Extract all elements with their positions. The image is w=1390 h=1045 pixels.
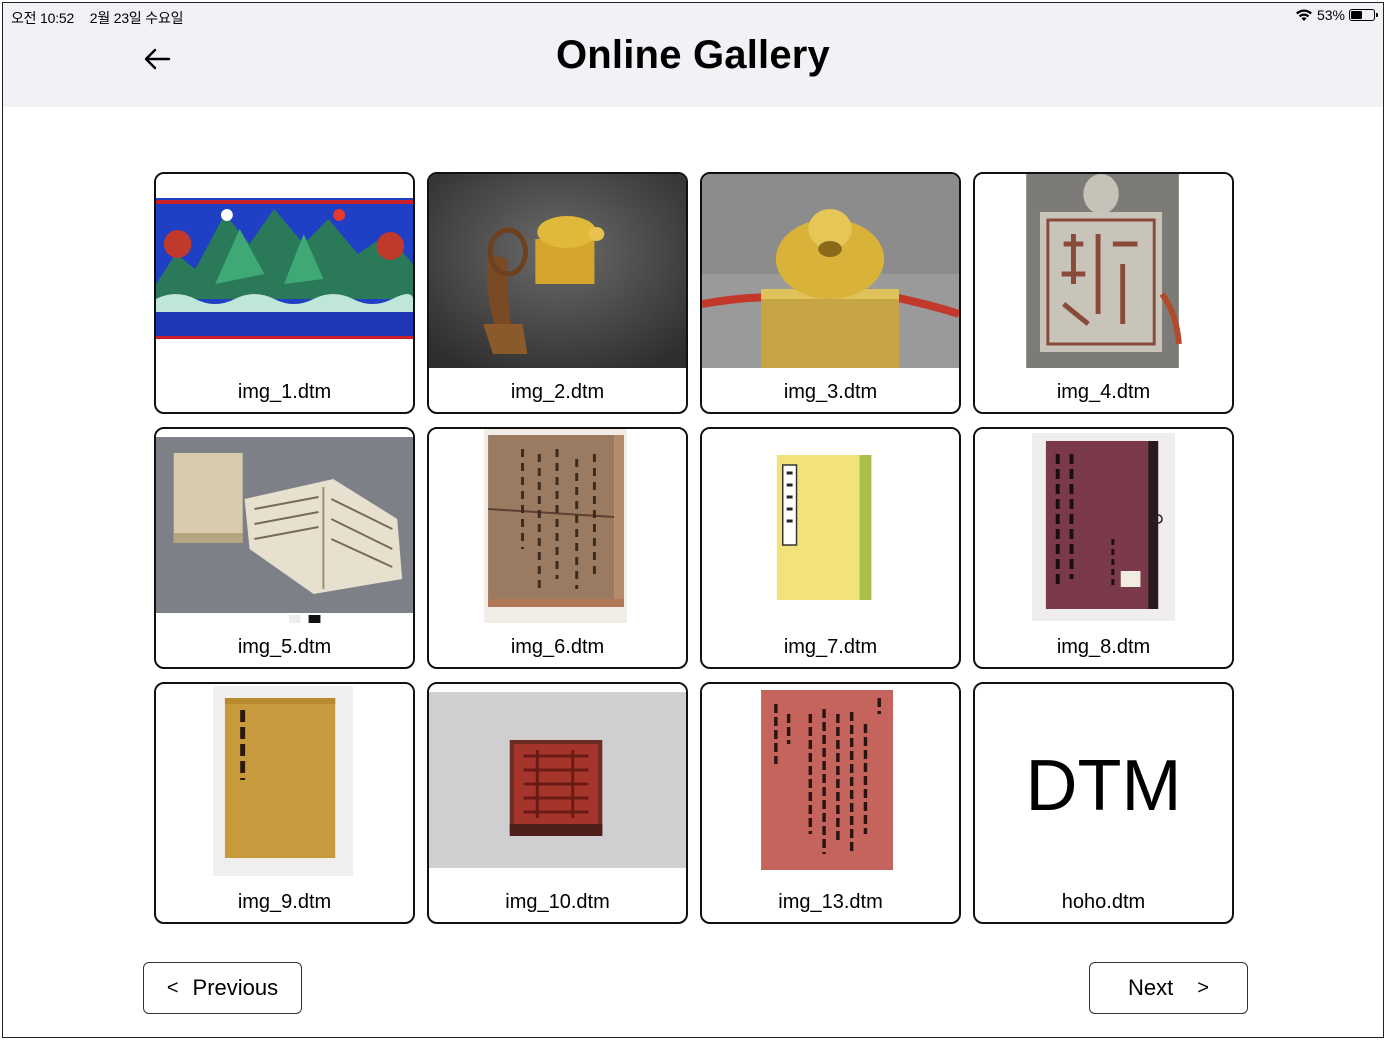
item-label: img_4.dtm: [1056, 381, 1151, 403]
gallery-grid: img_1.dtm img_2.dtm img_3.dtm img_4.dtm …: [154, 172, 1234, 924]
gallery-item[interactable]: img_2.dtm: [427, 172, 688, 414]
gallery-item[interactable]: img_5.dtm: [154, 427, 415, 669]
status-time: 오전 10:52: [11, 10, 75, 26]
item-label: hoho.dtm: [1061, 891, 1146, 913]
item-label: img_6.dtm: [510, 636, 605, 658]
thumbnail-image: [156, 429, 413, 623]
wifi-icon: [1295, 9, 1312, 21]
status-bar-left: 오전 10:52 2월 23일 수요일: [11, 8, 195, 28]
thumbnail-image: [429, 174, 686, 368]
battery-percent: 53%: [1316, 7, 1345, 23]
item-label: img_10.dtm: [505, 891, 610, 913]
thumbnail-image: [702, 429, 959, 623]
chevron-right-icon: >: [1197, 976, 1209, 999]
previous-button[interactable]: < Previous: [143, 962, 302, 1014]
placeholder-text: DTM: [1025, 746, 1182, 826]
thumbnail-image: [702, 174, 959, 368]
item-label: img_13.dtm: [778, 891, 883, 913]
status-bar-right: 53%: [1295, 7, 1378, 23]
status-date: 2월 23일 수요일: [89, 10, 184, 26]
gallery-item[interactable]: img_9.dtm: [154, 682, 415, 924]
thumbnail-image: [702, 684, 959, 878]
item-label: img_8.dtm: [1056, 636, 1151, 658]
thumbnail-image: [975, 174, 1232, 368]
gallery-item[interactable]: img_6.dtm: [427, 427, 688, 669]
page-title: Online Gallery: [555, 33, 830, 77]
thumbnail-image: [975, 429, 1232, 623]
app-frame: 오전 10:52 2월 23일 수요일 53% Online Gallery i…: [2, 2, 1384, 1038]
next-button[interactable]: Next >: [1089, 962, 1248, 1014]
battery-tip: [1376, 13, 1378, 17]
thumbnail-image: [429, 429, 686, 623]
item-label: img_7.dtm: [783, 636, 878, 658]
item-label: img_3.dtm: [783, 381, 878, 403]
thumbnail-image: [429, 684, 686, 878]
gallery-item[interactable]: img_1.dtm: [154, 172, 415, 414]
header-bar: 오전 10:52 2월 23일 수요일 53% Online Gallery: [3, 3, 1383, 107]
battery-level: [1351, 11, 1362, 19]
item-label: img_2.dtm: [510, 381, 605, 403]
gallery-item[interactable]: img_13.dtm: [700, 682, 961, 924]
chevron-left-icon: <: [166, 976, 179, 999]
next-label: Next: [1128, 975, 1174, 1000]
gallery-item[interactable]: img_4.dtm: [973, 172, 1234, 414]
item-label: img_5.dtm: [237, 636, 332, 658]
gallery-item[interactable]: DTM hoho.dtm: [973, 682, 1234, 924]
item-label: img_9.dtm: [237, 891, 332, 913]
thumbnail-image: [156, 174, 413, 368]
thumbnail-placeholder: DTM: [975, 684, 1232, 878]
thumbnail-image: [156, 684, 413, 878]
gallery-item[interactable]: img_7.dtm: [700, 427, 961, 669]
gallery-item[interactable]: img_3.dtm: [700, 172, 961, 414]
gallery-item[interactable]: img_8.dtm: [973, 427, 1234, 669]
battery-icon: [1349, 9, 1378, 21]
item-label: img_1.dtm: [237, 381, 332, 403]
gallery-item[interactable]: img_10.dtm: [427, 682, 688, 924]
previous-label: Previous: [192, 975, 279, 1000]
